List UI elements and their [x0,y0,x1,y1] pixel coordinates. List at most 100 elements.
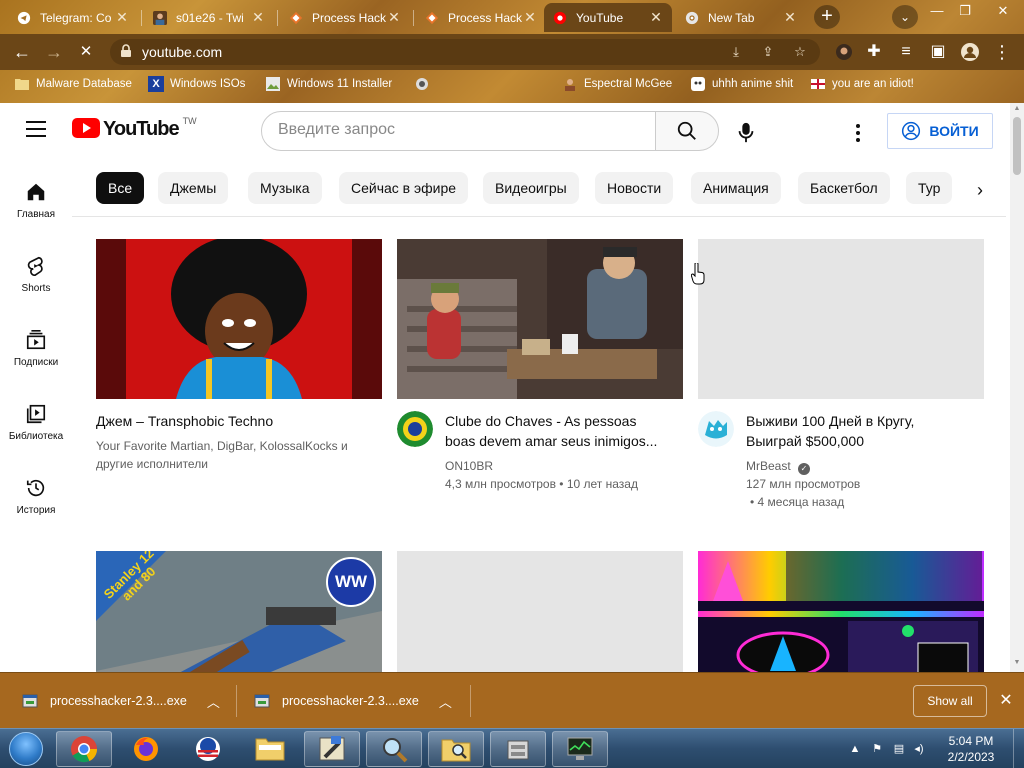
close-icon[interactable]: ✕ [782,9,798,26]
close-icon[interactable]: ✕ [996,689,1016,713]
close-icon[interactable]: ✕ [648,9,664,26]
video-channel[interactable]: Your Favorite Martian, DigBar, KolossalK… [96,437,382,455]
media-controls-icon[interactable]: ≡ [894,40,918,64]
close-icon[interactable]: ✕ [522,9,538,26]
channel-avatar[interactable] [397,411,433,447]
tab-search-button[interactable]: ⌄ [892,5,918,29]
taskbar-registry-app[interactable] [490,731,546,767]
forward-button[interactable]: → [42,40,66,64]
hamburger-menu-icon[interactable] [26,121,46,137]
chip-live[interactable]: Сейчас в эфире [339,172,469,204]
tab-youtube[interactable]: YouTube ✕ [544,3,672,32]
bookmark-espectral-mcgee[interactable]: Espectral McGee [562,76,672,92]
new-tab-button[interactable]: + [814,5,840,29]
account-icon[interactable] [958,40,982,64]
minimize-button[interactable]: — [924,3,950,21]
show-hidden-icons[interactable]: ▲ [848,742,862,756]
guide-item-shorts[interactable]: Shorts [0,255,72,294]
tab-process-hacker-2[interactable]: Process Hack ✕ [416,3,546,32]
video-thumbnail[interactable] [96,239,382,399]
chip-all[interactable]: Все [96,172,145,204]
close-icon[interactable]: ✕ [114,9,130,26]
chevron-up-icon[interactable]: ︿ [207,692,220,711]
restore-button[interactable]: ❐ [952,3,978,21]
taskbar-explorer[interactable] [242,731,298,767]
window-close-button[interactable]: ✕ [990,3,1016,21]
start-button[interactable] [9,732,43,766]
video-thumbnail[interactable] [397,239,683,399]
extensions-icon[interactable]: ✚ [862,40,886,64]
chip-news[interactable]: Новости [595,172,674,204]
video-card[interactable]: Джем – Transphobic Techno Your Favorite … [96,239,382,489]
volume-icon[interactable]: ◂) [912,742,926,756]
action-center-flag-icon[interactable]: ⚑ [870,742,884,756]
side-panel-icon[interactable]: ▣ [926,40,950,64]
guide-item-home[interactable]: Главная [0,181,72,220]
chevron-up-icon[interactable]: ︿ [439,692,452,711]
show-all-button[interactable]: Show all [913,685,987,717]
network-icon[interactable]: ▤ [892,742,906,756]
install-app-icon[interactable]: ⤓ [728,44,744,60]
chip-music[interactable]: Музыка [248,172,322,204]
video-card[interactable] [698,551,984,672]
bookmark-you-are-an-idiot[interactable]: you are an idiot! [810,76,914,92]
bookmark-malware-database[interactable]: Malware Database [14,76,132,92]
chevron-right-icon[interactable]: › [968,178,992,202]
chip-travel[interactable]: Тур [906,172,953,204]
video-card[interactable] [397,551,683,672]
download-item[interactable]: processhacker-2.3....exe ︿ [22,687,220,715]
bookmark-anime[interactable]: uhhh anime shit [690,76,793,92]
show-desktop-button[interactable] [1013,729,1024,768]
voice-search-button[interactable] [730,117,762,149]
taskbar-campaign-app[interactable] [180,731,236,767]
video-card[interactable]: Clube do Chaves - As pessoas boas devem … [397,239,683,491]
tab-process-hacker-1[interactable]: Process Hack ✕ [280,3,410,32]
video-title[interactable]: Выживи 100 Дней в Кругу, [746,411,984,431]
youtube-logo[interactable]: YouTube TW [72,116,197,140]
bookmark-windows-11-installer[interactable]: Windows 11 Installer [265,76,392,92]
video-title[interactable]: Джем – Transphobic Techno [96,411,382,431]
scroll-up-icon[interactable]: ▲ [1013,105,1021,112]
close-icon[interactable]: ✕ [386,9,402,26]
address-bar[interactable]: youtube.com ⤓ ⇪ ☆ [110,39,820,65]
video-thumbnail-placeholder[interactable] [698,239,984,399]
chrome-menu-icon[interactable]: ⋮ [990,40,1014,64]
chip-video-games[interactable]: Видеоигры [483,172,579,204]
tab-new-tab[interactable]: New Tab ✕ [676,3,806,32]
system-clock[interactable]: 5:04 PM 2/2/2023 [930,733,1012,765]
channel-avatar[interactable] [698,411,734,447]
guide-item-library[interactable]: Библиотека [0,403,72,442]
video-title-line2[interactable]: boas devem amar seus inimigos... [445,431,683,451]
video-channel[interactable]: ON10BR [445,457,683,475]
video-card[interactable]: Выживи 100 Дней в Кругу, Выиграй $500,00… [698,239,984,509]
taskbar-process-hacker-64[interactable] [304,731,360,767]
video-channel[interactable]: MrBeast ✓ [746,457,811,475]
chip-basketball[interactable]: Баскетбол [798,172,890,204]
bookmark-game[interactable] [414,76,436,92]
video-title[interactable]: Clube do Chaves - As pessoas [445,411,683,431]
back-button[interactable]: ← [10,40,34,64]
guide-item-history[interactable]: История [0,477,72,516]
channel-name[interactable]: MrBeast [746,459,791,473]
taskbar-folder-search[interactable] [428,731,484,767]
chip-animation[interactable]: Анимация [691,172,781,204]
taskbar-chrome[interactable] [56,731,112,767]
guide-item-subscriptions[interactable]: Подписки [0,329,72,368]
bookmark-windows-isos[interactable]: X Windows ISOs [148,76,245,92]
taskbar-task-manager[interactable] [552,731,608,767]
page-scrollbar[interactable]: ▲ ▼ [1010,103,1024,672]
star-icon[interactable]: ☆ [792,44,808,60]
stop-loading-button[interactable]: ✕ [74,40,98,64]
taskbar-firefox[interactable] [118,731,174,767]
video-thumbnail-placeholder[interactable] [397,551,683,672]
profile-avatar-icon[interactable] [832,40,856,64]
share-icon[interactable]: ⇪ [760,44,776,60]
chip-jams[interactable]: Джемы [158,172,229,204]
tab-twitch[interactable]: s01e26 - Twi ✕ [144,3,274,32]
scrollbar-thumb[interactable] [1013,117,1021,175]
search-input[interactable] [278,121,638,139]
download-item[interactable]: processhacker-2.3....exe ︿ [254,687,452,715]
search-button[interactable] [655,111,719,151]
settings-more-icon[interactable] [848,120,868,144]
tab-telegram[interactable]: Telegram: Co ✕ [8,3,138,32]
